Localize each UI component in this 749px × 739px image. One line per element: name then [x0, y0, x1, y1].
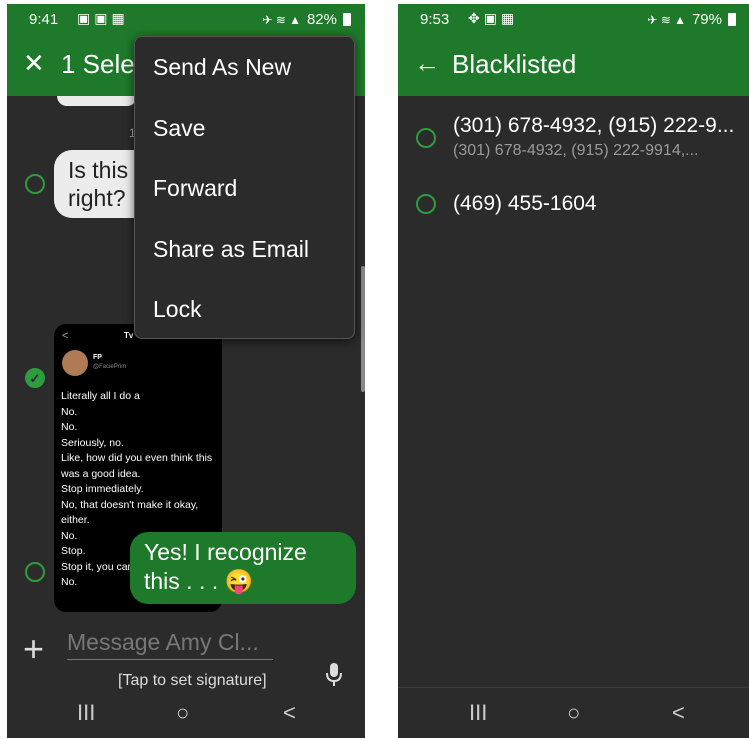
status-bar: 9:41 ▣▣▦ ✈ ≋ ▲ 82%	[7, 4, 365, 34]
avatar	[62, 350, 88, 376]
notification-icons: ▣▣▦	[77, 10, 129, 26]
home-icon[interactable]: ○	[176, 700, 189, 726]
divider	[398, 687, 749, 688]
status-time: 9:53	[420, 11, 450, 28]
screenshot-header: Tv	[124, 331, 134, 340]
screenshot-handle: @FaciePrim	[93, 364, 127, 370]
signal-icon: ✈ ≋ ▲	[262, 12, 301, 27]
previous-bubble	[57, 96, 137, 106]
signal-icon: ✈ ≋ ▲	[647, 12, 686, 27]
select-radio[interactable]	[416, 194, 436, 214]
recents-icon[interactable]: III	[77, 700, 95, 726]
recents-icon[interactable]: III	[469, 700, 487, 726]
add-attachment-icon[interactable]: +	[23, 628, 44, 670]
system-nav-bar: III ○ <	[7, 694, 365, 738]
status-time: 9:41	[29, 11, 59, 28]
composer: + [Tap to set signature]	[7, 616, 365, 696]
outgoing-message-bubble[interactable]: Yes! I recognize this . . . 😜	[130, 532, 356, 604]
select-radio[interactable]	[416, 128, 436, 148]
back-arrow-icon: <	[62, 330, 69, 342]
menu-item-send-as-new[interactable]: Send As New	[153, 54, 291, 81]
menu-item-forward[interactable]: Forward	[153, 175, 237, 202]
status-bar: 9:53 ✥▣▦ ✈ ≋ ▲ 79%	[398, 4, 749, 34]
list-item[interactable]: (469) 455-1604	[398, 178, 749, 228]
page-title: Blacklisted	[452, 49, 577, 79]
back-icon[interactable]: <	[672, 700, 685, 726]
system-nav-bar: III ○ <	[398, 694, 749, 738]
menu-item-save[interactable]: Save	[153, 115, 205, 142]
menu-item-lock[interactable]: Lock	[153, 296, 202, 323]
back-arrow-icon[interactable]: ←	[414, 48, 440, 79]
blacklist-screen: 9:53 ✥▣▦ ✈ ≋ ▲ 79% ← Blacklisted (301) 6…	[398, 4, 749, 738]
list-item[interactable]: (301) 678-4932, (915) 222-9... (301) 678…	[398, 96, 749, 166]
menu-item-share-as-email[interactable]: Share as Email	[153, 236, 309, 263]
battery-icon	[728, 13, 736, 26]
microphone-icon[interactable]	[325, 662, 343, 688]
contact-numbers: (301) 678-4932, (915) 222-9...	[453, 114, 735, 137]
message-input[interactable]	[67, 626, 273, 660]
conversation-screen: 9:41 ▣▣▦ ✈ ≋ ▲ 82% ✕ 1 Sele 1 Is this ri…	[7, 4, 365, 738]
screenshot-name: FP	[93, 354, 102, 361]
selected-check-icon[interactable]: ✓	[25, 368, 45, 388]
close-selection-icon[interactable]: ✕	[23, 48, 45, 79]
home-icon[interactable]: ○	[567, 700, 580, 726]
overflow-menu: Send As New Save Forward Share as Email …	[134, 36, 355, 339]
back-icon[interactable]: <	[283, 700, 296, 726]
app-bar: ← Blacklisted	[398, 34, 749, 96]
select-radio[interactable]	[25, 562, 45, 582]
scrollbar[interactable]	[361, 266, 365, 392]
battery-icon	[343, 13, 351, 26]
battery-percent: 79%	[691, 11, 722, 28]
contact-numbers: (469) 455-1604	[453, 192, 597, 215]
notification-icons: ✥▣▦	[468, 10, 519, 26]
select-radio[interactable]	[25, 174, 45, 194]
contact-detail: (301) 678-4932, (915) 222-9914,...	[453, 142, 699, 159]
signature-link[interactable]: [Tap to set signature]	[118, 672, 267, 690]
battery-percent: 82%	[306, 11, 337, 28]
selection-count-title: 1 Sele	[61, 49, 135, 79]
